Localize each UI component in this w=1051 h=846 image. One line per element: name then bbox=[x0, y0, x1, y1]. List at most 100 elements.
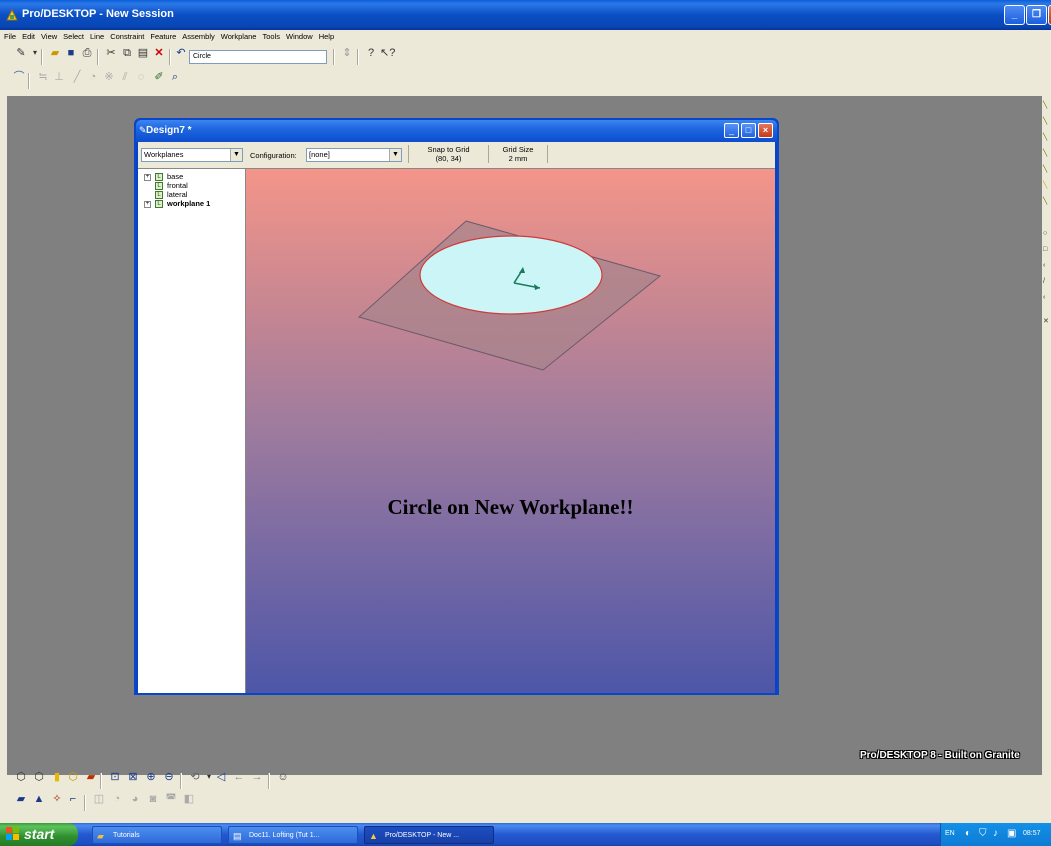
paste-icon[interactable]: ▤ bbox=[136, 46, 150, 60]
design-minimize-button[interactable]: _ bbox=[724, 123, 739, 138]
spline-tool-icon[interactable]: ‹ bbox=[1043, 294, 1050, 301]
line-tool-icon[interactable]: ╲ bbox=[1043, 166, 1050, 173]
task-document[interactable]: ▤ Doc11. Lofting (Tut 1... bbox=[228, 826, 358, 844]
volume-icon[interactable]: ♪ bbox=[993, 828, 998, 839]
snap-to-grid-panel[interactable]: Snap to Grid (80, 34) bbox=[408, 145, 488, 163]
ellipse-tool-icon[interactable]: / bbox=[1043, 278, 1050, 285]
loft-icon[interactable]: ⌐ bbox=[66, 792, 80, 806]
menu-edit[interactable]: Edit bbox=[22, 30, 35, 44]
smiley-icon[interactable]: ☺ bbox=[276, 770, 290, 784]
zoom-fit-icon[interactable]: ⊡ bbox=[108, 770, 122, 784]
design-restore-button[interactable]: □ bbox=[741, 123, 756, 138]
pin-icon[interactable]: ⇕ bbox=[340, 46, 354, 60]
menu-view[interactable]: View bbox=[41, 30, 57, 44]
menu-feature[interactable]: Feature bbox=[150, 30, 176, 44]
line-tool-icon[interactable]: ╲ bbox=[1043, 134, 1050, 141]
menu-constraint[interactable]: Constraint bbox=[110, 30, 144, 44]
start-button[interactable]: start bbox=[0, 823, 78, 846]
network-icon[interactable]: ◐ bbox=[965, 828, 971, 839]
browser-select[interactable]: Workplanes ▼ bbox=[141, 148, 243, 162]
back-arrow-icon[interactable]: ← bbox=[232, 770, 246, 784]
print-icon[interactable]: ⎙ bbox=[80, 46, 94, 60]
configuration-select[interactable]: [none] ▼ bbox=[306, 148, 402, 162]
line-tool-icon[interactable]: ╲ bbox=[1043, 118, 1050, 125]
constraint-icon[interactable]: ≒ bbox=[36, 70, 50, 84]
perpendicular-icon[interactable]: ⊥ bbox=[52, 70, 66, 84]
line-tool-icon[interactable]: ╲ bbox=[1043, 102, 1050, 109]
security-icon[interactable]: ⛉ bbox=[979, 828, 987, 839]
arc-tool-icon[interactable]: ‹ bbox=[1043, 262, 1050, 269]
pattern-icon[interactable]: ※ bbox=[102, 70, 116, 84]
tree-item-workplane-1[interactable]: workplane 1 bbox=[167, 199, 210, 208]
task-tutorials[interactable]: ▰ Tutorials bbox=[92, 826, 222, 844]
save-icon[interactable]: ■ bbox=[64, 46, 78, 60]
expand-icon[interactable]: + bbox=[144, 201, 151, 208]
mirror-feature-icon[interactable]: ◧ bbox=[182, 792, 196, 806]
grid-size-panel[interactable]: Grid Size 2 mm bbox=[488, 145, 548, 163]
undo-icon[interactable]: ↶ bbox=[174, 46, 188, 60]
context-help-icon[interactable]: ↖? bbox=[380, 46, 395, 60]
tree-item-frontal[interactable]: frontal bbox=[167, 181, 188, 190]
wireframe-view-icon[interactable]: ⬡ bbox=[32, 770, 46, 784]
forward-arrow-icon[interactable]: → bbox=[250, 770, 264, 784]
menu-line[interactable]: Line bbox=[90, 30, 104, 44]
copy-icon[interactable]: ⧉ bbox=[120, 46, 134, 60]
menu-assembly[interactable]: Assembly bbox=[182, 30, 215, 44]
menu-file[interactable]: File bbox=[4, 30, 16, 44]
command-combo[interactable]: Circle bbox=[189, 50, 327, 64]
isometric-view-icon[interactable]: ⬡ bbox=[14, 770, 28, 784]
new-design-icon[interactable]: ✎ bbox=[14, 46, 28, 60]
shell-icon[interactable]: ◫ bbox=[92, 792, 106, 806]
draft-icon[interactable]: ◙ bbox=[146, 792, 160, 806]
line-tool-icon[interactable]: ╲ bbox=[1043, 182, 1050, 189]
zoom-out-icon[interactable]: ⊖ bbox=[162, 770, 176, 784]
sweep-icon[interactable]: ✧ bbox=[50, 792, 64, 806]
circle-tool-icon[interactable]: ○ bbox=[1043, 230, 1050, 237]
revolve-icon[interactable]: ▲ bbox=[32, 792, 46, 806]
render-icon[interactable]: ▰ bbox=[84, 770, 98, 784]
select-icon[interactable]: ⌒ bbox=[12, 70, 26, 84]
line-tool-icon[interactable]: ╲ bbox=[1043, 198, 1050, 205]
delete-icon[interactable]: ✕ bbox=[152, 46, 166, 60]
task-prodesktop[interactable]: ▲ Pro/DESKTOP - New ... bbox=[364, 826, 494, 844]
design-close-button[interactable]: × bbox=[758, 123, 773, 138]
line-icon[interactable]: ╱ bbox=[70, 70, 84, 84]
pattern-feature-icon[interactable]: ◚ bbox=[164, 792, 178, 806]
zoom-window-icon[interactable]: ⊠ bbox=[126, 770, 140, 784]
rectangle-tool-icon[interactable]: □ bbox=[1043, 246, 1050, 253]
zoom-icon[interactable]: ⌕ bbox=[168, 70, 182, 84]
cut-icon[interactable]: ✂ bbox=[104, 46, 118, 60]
line-tool-icon[interactable]: ╲ bbox=[1043, 150, 1050, 157]
menu-window[interactable]: Window bbox=[286, 30, 313, 44]
3d-viewport[interactable]: Circle on New Workplane!! bbox=[246, 168, 775, 693]
zoom-in-icon[interactable]: ⊕ bbox=[144, 770, 158, 784]
tree-item-lateral[interactable]: lateral bbox=[167, 190, 187, 199]
hidden-line-icon[interactable]: ⬡ bbox=[66, 770, 80, 784]
look-left-icon[interactable]: ◁ bbox=[214, 770, 228, 784]
menu-help[interactable]: Help bbox=[319, 30, 334, 44]
monitor-icon[interactable]: ▣ bbox=[1007, 828, 1016, 839]
chamfer-icon[interactable]: ◕ bbox=[128, 792, 142, 806]
extrude-icon[interactable]: ▰ bbox=[14, 792, 28, 806]
trim-tool-icon[interactable]: ✕ bbox=[1043, 318, 1050, 325]
mirror-icon[interactable]: ⫽ bbox=[118, 70, 132, 84]
rotate-icon[interactable]: ⟲ bbox=[188, 770, 202, 784]
shaded-view-icon[interactable]: ▮ bbox=[50, 770, 64, 784]
restore-button[interactable]: ❐ bbox=[1026, 5, 1047, 25]
workplane-tree: + L base L frontal L lateral + L workpla… bbox=[138, 168, 246, 693]
open-folder-icon[interactable]: ▰ bbox=[48, 46, 62, 60]
minimize-button[interactable]: _ bbox=[1004, 5, 1025, 25]
language-indicator[interactable]: EN bbox=[945, 830, 955, 837]
start-label: start bbox=[24, 826, 55, 842]
offset-icon[interactable]: ◌ bbox=[134, 70, 148, 84]
dropdown-arrow-icon[interactable]: ▾ bbox=[28, 46, 42, 60]
pencil-icon[interactable]: ✐ bbox=[152, 70, 166, 84]
arc-icon[interactable]: ◔ bbox=[86, 70, 100, 84]
tree-item-base[interactable]: base bbox=[167, 172, 183, 181]
menu-workplane[interactable]: Workplane bbox=[221, 30, 257, 44]
expand-icon[interactable]: + bbox=[144, 174, 151, 181]
menu-tools[interactable]: Tools bbox=[262, 30, 280, 44]
help-icon[interactable]: ? bbox=[364, 46, 378, 60]
menu-select[interactable]: Select bbox=[63, 30, 84, 44]
fillet-icon[interactable]: ◔ bbox=[110, 792, 124, 806]
